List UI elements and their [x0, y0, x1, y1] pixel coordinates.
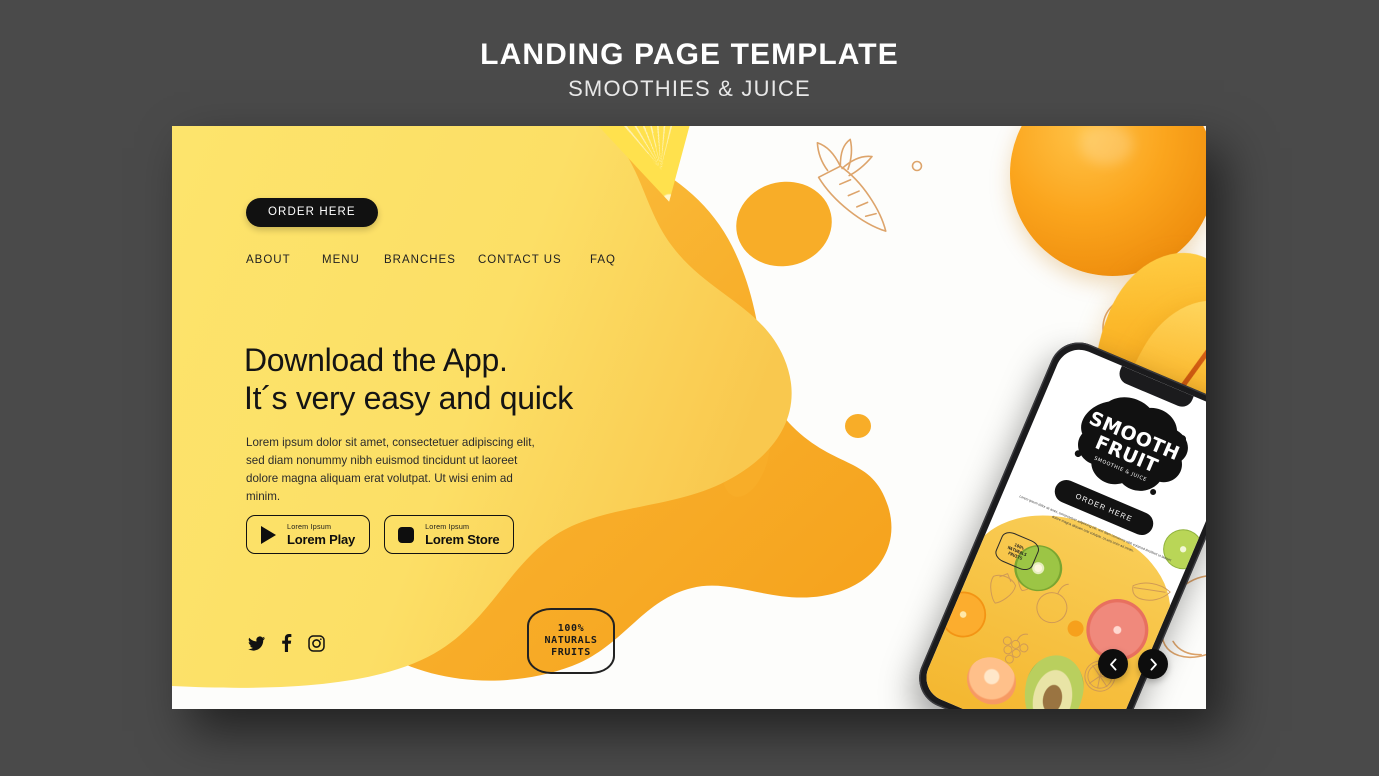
landing-page-mockup: ORDER HERE ABOUT MENU BRANCHES CONTACT U…: [172, 126, 1206, 709]
instagram-icon[interactable]: [308, 634, 325, 652]
hero-headline: Download the App. It´s very easy and qui…: [244, 342, 664, 418]
phone-doodle-orange-stem: [1057, 583, 1069, 595]
app-square-icon: [397, 526, 415, 544]
nav-item-contact-us[interactable]: CONTACT US: [478, 254, 590, 266]
chevron-left-icon: [1109, 658, 1116, 670]
nav-item-about[interactable]: ABOUT: [246, 254, 322, 266]
screenshot-stage: LANDING PAGE TEMPLATE SMOOTHIES & JUICE: [0, 0, 1379, 776]
store-button-title: Lorem Store: [425, 532, 500, 548]
phone-doodle-orange: [1036, 592, 1068, 624]
chevron-right-icon: [1150, 658, 1157, 670]
badge-line-1: 100%: [557, 622, 585, 634]
twitter-icon[interactable]: [248, 636, 265, 651]
social-links: [248, 634, 325, 652]
lorem-store-button[interactable]: Lorem Ipsum Lorem Store: [384, 515, 515, 555]
order-here-button[interactable]: ORDER HERE: [246, 198, 378, 227]
store-button-subtitle: Lorem Ipsum: [425, 522, 470, 531]
phone-doodle-strawberry-1: [990, 573, 1017, 604]
facebook-icon[interactable]: [281, 634, 292, 652]
play-button-subtitle: Lorem Ipsum: [287, 522, 332, 531]
nav-item-faq[interactable]: FAQ: [590, 254, 616, 266]
lorem-play-button[interactable]: Lorem Ipsum Lorem Play: [246, 515, 371, 555]
badge-line-2: NATURALS: [544, 634, 598, 646]
main-navigation: ABOUT MENU BRANCHES CONTACT US FAQ: [246, 254, 616, 266]
page-title: LANDING PAGE TEMPLATE: [480, 38, 899, 71]
carousel-prev-button[interactable]: [1098, 649, 1128, 679]
headline-line-2: It´s very easy and quick: [244, 380, 573, 417]
store-buttons-group: Lorem Ipsum Lorem Play Lorem Ipsum Lorem…: [246, 515, 515, 555]
landing-content: ORDER HERE ABOUT MENU BRANCHES CONTACT U…: [172, 126, 792, 709]
page-subtitle: SMOOTHIES & JUICE: [568, 76, 811, 101]
badge-line-3: FRUITS: [551, 647, 591, 659]
play-button-title: Lorem Play: [287, 532, 356, 548]
naturals-fruits-badge: 100% NATURALS FRUITS: [527, 608, 615, 674]
carousel-next-button[interactable]: [1138, 649, 1168, 679]
page-header: LANDING PAGE TEMPLATE SMOOTHIES & JUICE: [0, 0, 1379, 100]
headline-line-1: Download the App.: [244, 342, 508, 379]
hero-paragraph: Lorem ipsum dolor sit amet, consectetuer…: [246, 435, 535, 503]
carousel-controls: [1098, 649, 1168, 679]
nav-item-menu[interactable]: MENU: [322, 254, 384, 266]
play-triangle-icon: [259, 525, 277, 544]
nav-item-branches[interactable]: BRANCHES: [384, 254, 478, 266]
